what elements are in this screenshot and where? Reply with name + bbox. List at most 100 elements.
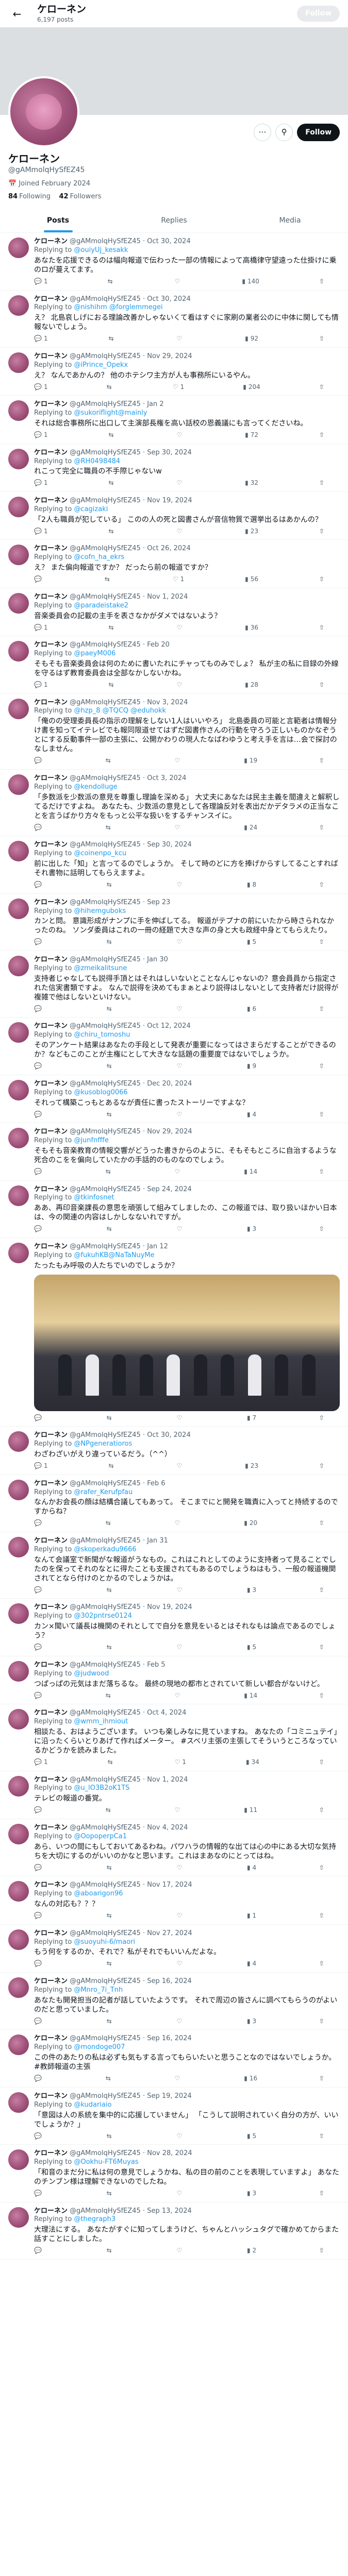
retweet-button[interactable]: ⇆: [109, 335, 116, 343]
avatar[interactable]: [8, 400, 29, 421]
like-button[interactable]: ♡: [176, 624, 184, 632]
share-button[interactable]: ⇧: [319, 1692, 324, 1700]
avatar[interactable]: [8, 1660, 29, 1682]
reply-handle[interactable]: @fukuhKB@NaTaNuyMe: [74, 1251, 154, 1259]
tweet-author[interactable]: ケローネン: [34, 2092, 68, 2100]
retweet-button[interactable]: ⇆: [106, 1168, 113, 1176]
tweet[interactable]: ケローネン @gAMmolqHySfEZ45 · Sep 30, 2024 Repl…: [0, 444, 348, 493]
retweet-button[interactable]: ⇆: [105, 575, 112, 584]
reply-button[interactable]: 💬: [34, 1586, 44, 1595]
share-button[interactable]: ⇧: [319, 2018, 324, 2026]
reply-handle[interactable]: @paeyM006: [74, 650, 115, 657]
like-button[interactable]: ♡: [176, 2247, 184, 2255]
reply-button[interactable]: 💬 1: [34, 1462, 48, 1470]
reply-button[interactable]: 💬: [34, 1225, 44, 1233]
reply-handle[interactable]: @chiru_tomoshu: [74, 1031, 130, 1039]
avatar[interactable]: [8, 1881, 29, 1902]
tweet-author[interactable]: ケローネン: [34, 1929, 68, 1937]
tweet[interactable]: ケローネン @gAMmolqHySfEZ45 · Nov 1, 2024 Reply…: [0, 588, 348, 637]
tweet-author[interactable]: ケローネン: [34, 1709, 68, 1717]
follow-button[interactable]: Follow: [297, 123, 340, 142]
retweet-button[interactable]: ⇆: [109, 528, 116, 536]
like-button[interactable]: ♡: [176, 1111, 184, 1119]
tweet[interactable]: ケローネン @gAMmolqHySfEZ45 · Jan 2 Replying to…: [0, 396, 348, 444]
avatar[interactable]: [8, 1242, 29, 1263]
share-button[interactable]: ⇧: [319, 1462, 324, 1470]
retweet-button[interactable]: ⇆: [108, 1758, 115, 1767]
reply-handle[interactable]: @OopoperpCa1: [74, 1833, 127, 1840]
share-button[interactable]: ⇧: [319, 575, 324, 584]
tab-posts[interactable]: Posts: [0, 209, 116, 233]
views-button[interactable]: ▮ 24: [244, 824, 257, 832]
like-button[interactable]: ♡: [175, 1692, 183, 1700]
reply-handle[interactable]: @sukoriflight@mainly: [74, 409, 147, 417]
retweet-button[interactable]: ⇆: [107, 2247, 114, 2255]
share-button[interactable]: ⇧: [319, 528, 324, 536]
views-button[interactable]: ▮ 34: [246, 1758, 259, 1767]
like-button[interactable]: ♡: [176, 681, 184, 689]
reply-button[interactable]: 💬: [34, 1111, 44, 1119]
avatar[interactable]: [8, 1185, 29, 1206]
tweet-author[interactable]: ケローネン: [34, 774, 68, 782]
retweet-button[interactable]: ⇆: [107, 1225, 114, 1233]
tweet-author[interactable]: ケローネン: [34, 956, 68, 963]
like-button[interactable]: ♡ 1: [173, 575, 184, 584]
tweet[interactable]: ケローネン @gAMmolqHySfEZ45 · Oct 30, 2024 Repl…: [0, 291, 348, 348]
search-icon[interactable]: ⚲: [275, 124, 293, 141]
avatar[interactable]: [8, 1128, 29, 1149]
avatar[interactable]: [8, 295, 29, 316]
reply-handle[interactable]: @cofn_ha_ekrs: [74, 553, 124, 561]
reply-handle[interactable]: @Ookhu-FT6Muyas: [74, 2158, 138, 2166]
share-button[interactable]: ⇧: [319, 1005, 324, 1013]
share-button[interactable]: ⇧: [319, 1111, 324, 1119]
views-button[interactable]: ▮ 204: [243, 383, 260, 392]
tweet[interactable]: ケローネン @gAMmolqHySfEZ45 · Sep 23 Replying t…: [0, 894, 348, 952]
reply-handle[interactable]: @wmm_ihmiout: [74, 1718, 128, 1725]
avatar[interactable]: [8, 1479, 29, 1500]
reply-button[interactable]: 💬 1: [34, 681, 48, 689]
views-button[interactable]: ▮ 5: [247, 938, 256, 946]
tweet-author[interactable]: ケローネン: [34, 2207, 68, 2215]
retweet-button[interactable]: ⇆: [109, 681, 116, 689]
retweet-button[interactable]: ⇆: [107, 1912, 114, 1920]
reply-handle[interactable]: @kusoblog0066: [74, 1089, 127, 1096]
share-button[interactable]: ⇧: [319, 1519, 324, 1528]
views-button[interactable]: ▮ 14: [244, 1692, 257, 1700]
tab-replies[interactable]: Replies: [116, 209, 232, 232]
retweet-button[interactable]: ⇆: [107, 1586, 114, 1595]
top-follow-button[interactable]: Follow: [297, 6, 340, 22]
profile-avatar[interactable]: [8, 76, 79, 147]
like-button[interactable]: ♡: [176, 335, 184, 343]
views-button[interactable]: ▮ 19: [244, 757, 257, 765]
tweet-author[interactable]: ケローネン: [34, 1022, 68, 1030]
reply-handle[interactable]: @u_lO3B2oK1TS: [74, 1784, 129, 1792]
reply-handle[interactable]: @mondoge007: [74, 2043, 125, 2051]
retweet-button[interactable]: ⇆: [107, 2190, 114, 2198]
tweet[interactable]: ケローネン @gAMmolqHySfEZ45 · Sep 30, 2024 Repl…: [0, 836, 348, 894]
tweet[interactable]: ケローネン @gAMmolqHySfEZ45 · Nov 19, 2024 Repl…: [0, 492, 348, 540]
share-button[interactable]: ⇧: [319, 1864, 324, 1872]
reply-handle[interactable]: @junfnfffe: [74, 1137, 108, 1144]
views-button[interactable]: ▮ 9: [247, 1062, 256, 1071]
like-button[interactable]: ♡: [176, 2132, 184, 2141]
tweet[interactable]: ケローネン @gAMmolqHySfEZ45 · Nov 17, 2024 Repl…: [0, 1876, 348, 1925]
share-button[interactable]: ⇧: [319, 383, 324, 392]
reply-handle[interactable]: @zmeikalitsune: [74, 964, 127, 972]
like-button[interactable]: ♡ 1: [173, 383, 184, 392]
retweet-button[interactable]: ⇆: [107, 938, 114, 946]
like-button[interactable]: ♡: [176, 1912, 184, 1920]
reply-button[interactable]: 💬: [34, 1864, 44, 1872]
tweet[interactable]: ケローネン @gAMmolqHySfEZ45 · Feb 5 Replying to…: [0, 1656, 348, 1705]
retweet-button[interactable]: ⇆: [109, 479, 116, 487]
reply-button[interactable]: 💬 1: [34, 383, 48, 392]
like-button[interactable]: ♡: [176, 1225, 184, 1233]
tweet[interactable]: ケローネン @gAMmolqHySfEZ45 · Sep 19, 2024 Repl…: [0, 2088, 348, 2145]
reply-handle[interactable]: @aboarigon96: [74, 1890, 123, 1897]
tweet[interactable]: ケローネン @gAMmolqHySfEZ45 · Jan 30 Replying t…: [0, 951, 348, 1018]
reply-button[interactable]: 💬: [34, 1960, 44, 1968]
reply-handle[interactable]: @skoperkadu9666: [74, 1546, 136, 1553]
tweet-author[interactable]: ケローネン: [34, 1243, 68, 1250]
tweet-author[interactable]: ケローネン: [34, 400, 68, 408]
tweet-author[interactable]: ケローネン: [34, 1431, 68, 1439]
share-button[interactable]: ⇧: [319, 881, 324, 889]
